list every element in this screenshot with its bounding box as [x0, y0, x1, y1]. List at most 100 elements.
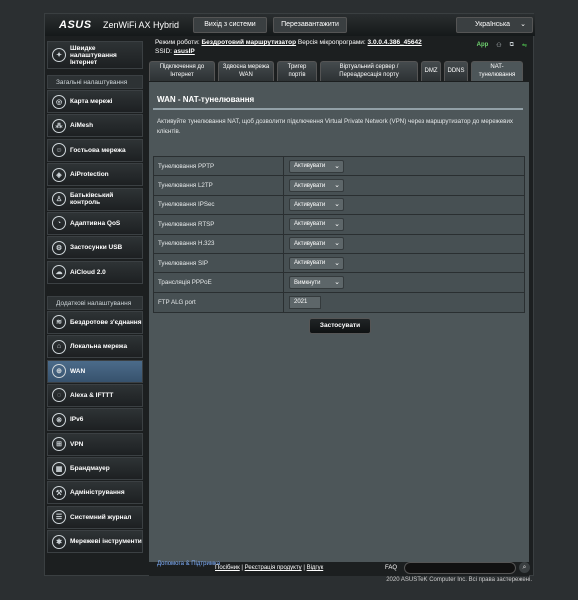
sidebar-item-label: Локальна мережа	[70, 343, 128, 351]
app-link[interactable]: App	[477, 42, 489, 49]
reboot-button[interactable]: Перезавантажити	[273, 17, 347, 33]
sidebar-item-alexa[interactable]: ◌ Alexa & IFTTT	[47, 383, 143, 407]
manual-link[interactable]: Посібник	[215, 565, 240, 571]
sidebar-item-quick-setup[interactable]: ✦ Швидке налаштування Інтернет	[47, 41, 143, 69]
tab-port-trigger[interactable]: Тригер портів	[277, 61, 317, 81]
top-bar: ASUS ZenWiFi AX Hybrid Вихід з системи П…	[45, 14, 535, 36]
sidebar-item-aicloud[interactable]: ☁ AiCloud 2.0	[47, 260, 143, 284]
row-label: Тунелювання IPSec	[154, 195, 284, 215]
sidebar-item-wan[interactable]: ⊕ WAN	[47, 359, 143, 383]
sidebar-item-label: Батьківський контроль	[70, 192, 114, 207]
tab-internet[interactable]: Підключення до Інтернет	[149, 61, 215, 81]
shield-icon: ◈	[52, 167, 66, 182]
sidebar-item-label: Брандмауер	[70, 465, 110, 473]
logout-button[interactable]: Вихід з системи	[193, 17, 267, 33]
row-label: FTP ALG port	[154, 292, 284, 313]
feedback-link[interactable]: Відгук	[307, 565, 324, 571]
pppoe-relay-select[interactable]: Вимкнути ⌄	[289, 276, 344, 290]
l2tp-select[interactable]: Активувати ⌄	[289, 179, 344, 193]
tab-dmz[interactable]: DMZ	[421, 61, 441, 81]
link-status-icon[interactable]: ⚇	[496, 42, 501, 49]
sidebar-item-label: Адміністрування	[70, 489, 125, 497]
chevron-down-icon: ⌄	[334, 162, 340, 170]
sidebar-item-syslog[interactable]: ☰ Системний журнал	[47, 505, 143, 529]
sidebar-item-label: Гостьова мережа	[70, 146, 126, 154]
wifi-icon: ≋	[52, 315, 66, 330]
sidebar-item-aiprotection[interactable]: ◈ AiProtection	[47, 163, 143, 187]
page-title-name: NAT-тунелювання	[182, 95, 255, 104]
sidebar-item-qos[interactable]: ◔ Адаптивна QoS	[47, 211, 143, 235]
table-row: Тунелювання IPSec Активувати ⌄	[154, 195, 524, 216]
tab-nat-passthrough[interactable]: NAT-тунелювання	[471, 61, 523, 81]
gauge-icon: ◔	[52, 216, 66, 231]
ssid-link[interactable]: asusIP	[174, 48, 195, 55]
help-support-link[interactable]: Допомога & Підтримка	[157, 561, 220, 568]
usb-icon[interactable]: ⇋	[522, 42, 527, 49]
mode-link[interactable]: Бездротовий маршрутизатор	[202, 39, 297, 46]
faq-label: FAQ	[385, 565, 398, 571]
ipv6-icon: ⊗	[52, 412, 66, 427]
table-row: Тунелювання SIP Активувати ⌄	[154, 253, 524, 274]
sidebar-item-label: VPN	[70, 440, 84, 448]
wand-icon: ✦	[52, 48, 66, 62]
sidebar: ✦ Швидке налаштування Інтернет Загальні …	[47, 41, 143, 555]
sidebar-item-aimesh[interactable]: ⁂ AiMesh	[47, 114, 143, 138]
row-label: Тунелювання SIP	[154, 253, 284, 273]
firmware-label: Версія мікропрограми:	[297, 39, 366, 46]
select-value: Активувати	[294, 260, 326, 267]
mode-label: Режим роботи:	[155, 39, 200, 46]
tab-ddns[interactable]: DDNS	[444, 61, 468, 81]
pptp-select[interactable]: Активувати ⌄	[289, 159, 344, 173]
sidebar-item-label: AiMesh	[70, 122, 94, 130]
sip-select[interactable]: Активувати ⌄	[289, 256, 344, 270]
general-header: Загальні налаштування	[47, 75, 143, 89]
faq-search-input[interactable]	[404, 562, 516, 574]
select-value: Активувати	[294, 163, 326, 170]
page-title: WAN - NAT-тунелювання	[157, 95, 254, 104]
ftp-port-input[interactable]: 2021	[289, 295, 321, 309]
rtsp-select[interactable]: Активувати ⌄	[289, 217, 344, 231]
asus-logo[interactable]: ASUS	[59, 19, 92, 31]
sidebar-item-network-map[interactable]: ◎ Карта мережі	[47, 90, 143, 113]
sidebar-item-label: WAN	[70, 367, 86, 375]
sidebar-item-wireless[interactable]: ≋ Бездротове з'єднання	[47, 310, 143, 334]
register-link[interactable]: Реєстрація продукту	[245, 565, 302, 571]
sidebar-item-parental[interactable]: ♙ Батьківський контроль	[47, 187, 143, 211]
tab-dual-wan[interactable]: Здвоєна мережа WAN	[218, 61, 274, 81]
tab-virtual-server[interactable]: Віртуальний сервер / Переадресація порту	[320, 61, 418, 81]
mesh-icon: ⁂	[52, 118, 66, 133]
page-title-separator: -	[175, 95, 183, 104]
settings-table: Тунелювання PPTP Активувати ⌄ Тунелювання …	[153, 156, 525, 314]
sidebar-item-admin[interactable]: ⚒ Адміністрування	[47, 481, 143, 505]
apply-button[interactable]: Застосувати	[309, 318, 371, 334]
status-icons: App ⚇ ⧉ ⇋	[477, 42, 527, 49]
sidebar-item-label: Застосунки USB	[70, 244, 123, 252]
h323-select[interactable]: Активувати ⌄	[289, 237, 344, 251]
chevron-down-icon: ⌄	[334, 240, 340, 248]
content-panel: WAN - NAT-тунелювання Активуйте тунелюва…	[149, 82, 529, 562]
ipsec-select[interactable]: Активувати ⌄	[289, 198, 344, 212]
search-icon[interactable]: ⌕	[519, 562, 530, 573]
product-name: ZenWiFi AX Hybrid	[103, 20, 180, 30]
usb-apps-icon: ⚙	[52, 240, 66, 255]
language-select[interactable]: Українська ⌄	[456, 17, 533, 33]
firmware-link[interactable]: 3.0.0.4.386_45642	[368, 39, 422, 46]
sidebar-item-label: Мережеві інструменти	[70, 538, 142, 546]
sidebar-item-vpn[interactable]: ⊞ VPN	[47, 432, 143, 456]
clients-icon[interactable]: ⧉	[510, 42, 514, 49]
row-label: Трансляція PPPoE	[154, 273, 284, 292]
sidebar-item-nettools[interactable]: ✱ Мережеві інструменти	[47, 530, 143, 554]
chevron-down-icon: ⌄	[334, 259, 340, 267]
sidebar-item-ipv6[interactable]: ⊗ IPv6	[47, 408, 143, 432]
sidebar-item-usb[interactable]: ⚙ Застосунки USB	[47, 236, 143, 260]
sidebar-item-guest[interactable]: ☺ Гостьова мережа	[47, 138, 143, 162]
tab-bar: Підключення до Інтернет Здвоєна мережа W…	[149, 61, 523, 81]
footer-links: Посібник | Реєстрація продукту | Відгук	[215, 565, 324, 571]
divider	[153, 108, 523, 110]
chevron-down-icon: ⌄	[520, 21, 526, 28]
sidebar-item-firewall[interactable]: ▦ Брандмауер	[47, 457, 143, 481]
table-row: FTP ALG port 2021	[154, 292, 524, 313]
sidebar-item-lan[interactable]: ⌂ Локальна мережа	[47, 335, 143, 359]
vpn-icon: ⊞	[52, 437, 66, 452]
table-row: Тунелювання RTSP Активувати ⌄	[154, 215, 524, 235]
